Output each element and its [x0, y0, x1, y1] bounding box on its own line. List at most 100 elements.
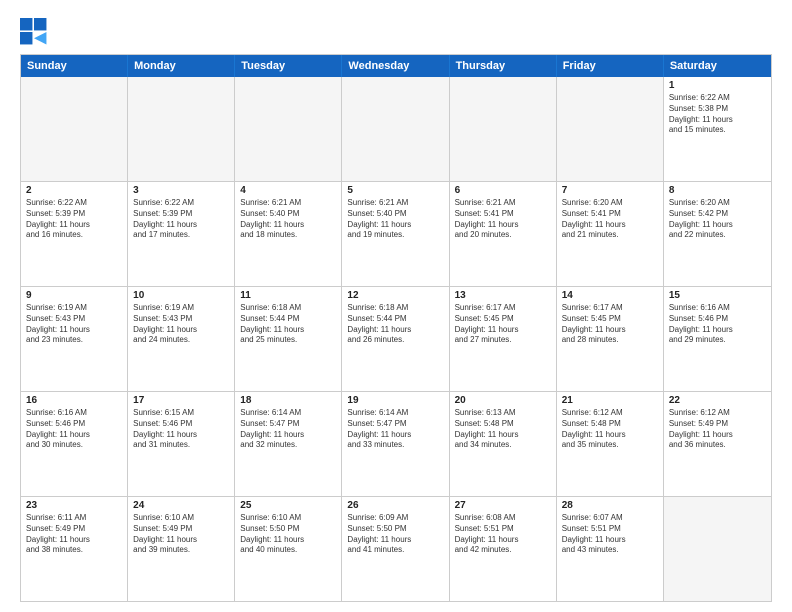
cal-cell: 21 Sunrise: 6:12 AM Sunset: 5:48 PM Dayli…	[557, 392, 664, 496]
cal-cell: 10 Sunrise: 6:19 AM Sunset: 5:43 PM Dayli…	[128, 287, 235, 391]
day-number: 12	[347, 290, 443, 301]
calendar-body: 1 Sunrise: 6:22 AM Sunset: 5:38 PM Daylig…	[21, 77, 771, 601]
day-number: 21	[562, 395, 658, 406]
cell-text: Sunrise: 6:21 AM Sunset: 5:40 PM Dayligh…	[240, 198, 336, 241]
cal-cell	[664, 497, 771, 601]
cal-cell: 23 Sunrise: 6:11 AM Sunset: 5:49 PM Dayli…	[21, 497, 128, 601]
cal-row-0: 1 Sunrise: 6:22 AM Sunset: 5:38 PM Daylig…	[21, 77, 771, 181]
cal-cell: 3 Sunrise: 6:22 AM Sunset: 5:39 PM Daylig…	[128, 182, 235, 286]
cell-text: Sunrise: 6:14 AM Sunset: 5:47 PM Dayligh…	[240, 408, 336, 451]
cal-cell: 6 Sunrise: 6:21 AM Sunset: 5:41 PM Daylig…	[450, 182, 557, 286]
cal-cell: 8 Sunrise: 6:20 AM Sunset: 5:42 PM Daylig…	[664, 182, 771, 286]
cell-text: Sunrise: 6:12 AM Sunset: 5:49 PM Dayligh…	[669, 408, 766, 451]
day-number: 28	[562, 500, 658, 511]
cell-text: Sunrise: 6:07 AM Sunset: 5:51 PM Dayligh…	[562, 513, 658, 556]
cal-row-3: 16 Sunrise: 6:16 AM Sunset: 5:46 PM Dayli…	[21, 391, 771, 496]
cal-cell	[235, 77, 342, 181]
cal-cell: 17 Sunrise: 6:15 AM Sunset: 5:46 PM Dayli…	[128, 392, 235, 496]
cal-cell: 13 Sunrise: 6:17 AM Sunset: 5:45 PM Dayli…	[450, 287, 557, 391]
cell-text: Sunrise: 6:22 AM Sunset: 5:39 PM Dayligh…	[133, 198, 229, 241]
cal-cell: 4 Sunrise: 6:21 AM Sunset: 5:40 PM Daylig…	[235, 182, 342, 286]
day-number: 3	[133, 185, 229, 196]
cell-text: Sunrise: 6:21 AM Sunset: 5:40 PM Dayligh…	[347, 198, 443, 241]
cell-text: Sunrise: 6:19 AM Sunset: 5:43 PM Dayligh…	[26, 303, 122, 346]
cal-cell: 2 Sunrise: 6:22 AM Sunset: 5:39 PM Daylig…	[21, 182, 128, 286]
cell-text: Sunrise: 6:17 AM Sunset: 5:45 PM Dayligh…	[455, 303, 551, 346]
cell-text: Sunrise: 6:15 AM Sunset: 5:46 PM Dayligh…	[133, 408, 229, 451]
cell-text: Sunrise: 6:20 AM Sunset: 5:41 PM Dayligh…	[562, 198, 658, 241]
cal-cell: 11 Sunrise: 6:18 AM Sunset: 5:44 PM Dayli…	[235, 287, 342, 391]
calendar-header: SundayMondayTuesdayWednesdayThursdayFrid…	[21, 55, 771, 77]
day-number: 22	[669, 395, 766, 406]
cell-text: Sunrise: 6:17 AM Sunset: 5:45 PM Dayligh…	[562, 303, 658, 346]
day-number: 1	[669, 80, 766, 91]
cal-row-2: 9 Sunrise: 6:19 AM Sunset: 5:43 PM Daylig…	[21, 286, 771, 391]
day-number: 18	[240, 395, 336, 406]
day-number: 8	[669, 185, 766, 196]
day-number: 4	[240, 185, 336, 196]
cal-cell: 9 Sunrise: 6:19 AM Sunset: 5:43 PM Daylig…	[21, 287, 128, 391]
cell-text: Sunrise: 6:16 AM Sunset: 5:46 PM Dayligh…	[669, 303, 766, 346]
cal-cell: 16 Sunrise: 6:16 AM Sunset: 5:46 PM Dayli…	[21, 392, 128, 496]
weekday-header-wednesday: Wednesday	[342, 55, 449, 77]
day-number: 16	[26, 395, 122, 406]
cal-cell: 18 Sunrise: 6:14 AM Sunset: 5:47 PM Dayli…	[235, 392, 342, 496]
calendar: SundayMondayTuesdayWednesdayThursdayFrid…	[20, 54, 772, 602]
cell-text: Sunrise: 6:21 AM Sunset: 5:41 PM Dayligh…	[455, 198, 551, 241]
day-number: 14	[562, 290, 658, 301]
cal-cell	[557, 77, 664, 181]
cal-row-1: 2 Sunrise: 6:22 AM Sunset: 5:39 PM Daylig…	[21, 181, 771, 286]
cell-text: Sunrise: 6:18 AM Sunset: 5:44 PM Dayligh…	[347, 303, 443, 346]
logo	[20, 18, 50, 46]
logo-icon	[20, 18, 48, 46]
cell-text: Sunrise: 6:09 AM Sunset: 5:50 PM Dayligh…	[347, 513, 443, 556]
cal-cell: 26 Sunrise: 6:09 AM Sunset: 5:50 PM Dayli…	[342, 497, 449, 601]
cell-text: Sunrise: 6:16 AM Sunset: 5:46 PM Dayligh…	[26, 408, 122, 451]
cal-cell: 14 Sunrise: 6:17 AM Sunset: 5:45 PM Dayli…	[557, 287, 664, 391]
day-number: 7	[562, 185, 658, 196]
cell-text: Sunrise: 6:10 AM Sunset: 5:50 PM Dayligh…	[240, 513, 336, 556]
day-number: 6	[455, 185, 551, 196]
weekday-header-saturday: Saturday	[664, 55, 771, 77]
cell-text: Sunrise: 6:18 AM Sunset: 5:44 PM Dayligh…	[240, 303, 336, 346]
day-number: 5	[347, 185, 443, 196]
day-number: 2	[26, 185, 122, 196]
weekday-header-tuesday: Tuesday	[235, 55, 342, 77]
cal-cell	[450, 77, 557, 181]
day-number: 24	[133, 500, 229, 511]
weekday-header-friday: Friday	[557, 55, 664, 77]
header	[20, 18, 772, 46]
day-number: 17	[133, 395, 229, 406]
cell-text: Sunrise: 6:22 AM Sunset: 5:38 PM Dayligh…	[669, 93, 766, 136]
page: SundayMondayTuesdayWednesdayThursdayFrid…	[0, 0, 792, 612]
cal-cell	[128, 77, 235, 181]
day-number: 20	[455, 395, 551, 406]
cal-cell: 5 Sunrise: 6:21 AM Sunset: 5:40 PM Daylig…	[342, 182, 449, 286]
cell-text: Sunrise: 6:14 AM Sunset: 5:47 PM Dayligh…	[347, 408, 443, 451]
cell-text: Sunrise: 6:11 AM Sunset: 5:49 PM Dayligh…	[26, 513, 122, 556]
cell-text: Sunrise: 6:13 AM Sunset: 5:48 PM Dayligh…	[455, 408, 551, 451]
cal-cell: 28 Sunrise: 6:07 AM Sunset: 5:51 PM Dayli…	[557, 497, 664, 601]
cal-row-4: 23 Sunrise: 6:11 AM Sunset: 5:49 PM Dayli…	[21, 496, 771, 601]
day-number: 26	[347, 500, 443, 511]
cell-text: Sunrise: 6:12 AM Sunset: 5:48 PM Dayligh…	[562, 408, 658, 451]
cal-cell: 22 Sunrise: 6:12 AM Sunset: 5:49 PM Dayli…	[664, 392, 771, 496]
cal-cell: 15 Sunrise: 6:16 AM Sunset: 5:46 PM Dayli…	[664, 287, 771, 391]
weekday-header-thursday: Thursday	[450, 55, 557, 77]
cell-text: Sunrise: 6:20 AM Sunset: 5:42 PM Dayligh…	[669, 198, 766, 241]
cell-text: Sunrise: 6:19 AM Sunset: 5:43 PM Dayligh…	[133, 303, 229, 346]
day-number: 23	[26, 500, 122, 511]
weekday-header-sunday: Sunday	[21, 55, 128, 77]
day-number: 15	[669, 290, 766, 301]
cal-cell: 25Sunrise: 6:10 AM Sunset: 5:50 PM Dayli…	[235, 497, 342, 601]
day-number: 13	[455, 290, 551, 301]
cal-cell: 12 Sunrise: 6:18 AM Sunset: 5:44 PM Dayli…	[342, 287, 449, 391]
cal-cell: 7 Sunrise: 6:20 AM Sunset: 5:41 PM Daylig…	[557, 182, 664, 286]
day-number: 9	[26, 290, 122, 301]
cal-cell	[21, 77, 128, 181]
day-number: 10	[133, 290, 229, 301]
day-number: 11	[240, 290, 336, 301]
cal-cell	[342, 77, 449, 181]
cell-text: Sunrise: 6:22 AM Sunset: 5:39 PM Dayligh…	[26, 198, 122, 241]
cell-text: Sunrise: 6:08 AM Sunset: 5:51 PM Dayligh…	[455, 513, 551, 556]
